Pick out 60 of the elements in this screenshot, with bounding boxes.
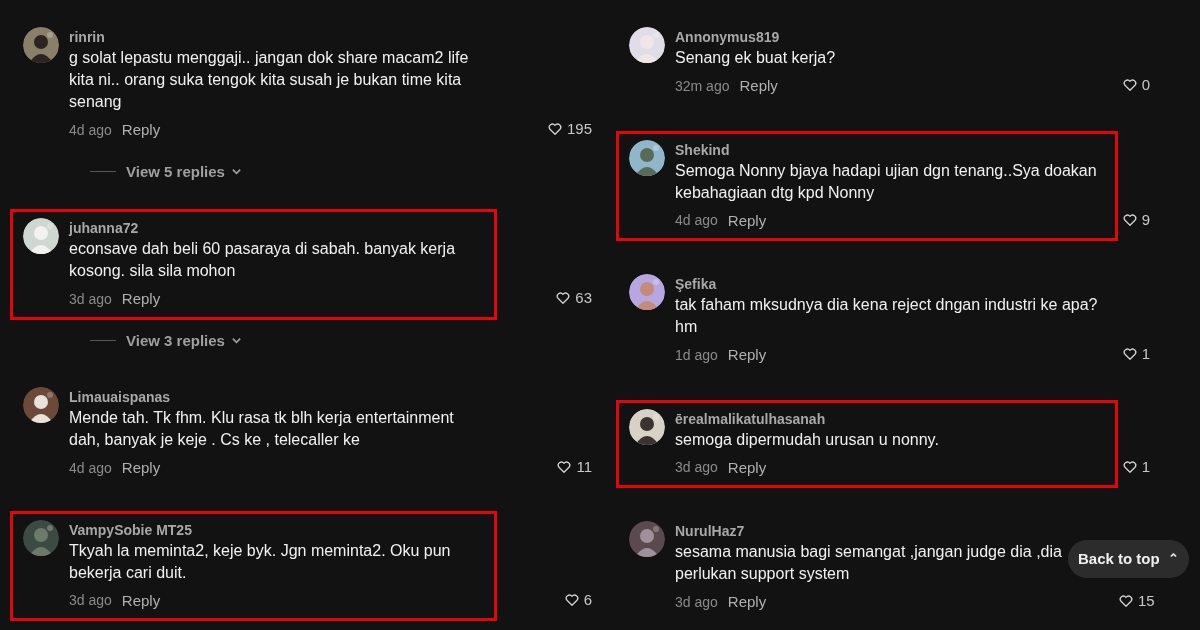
reply-link[interactable]: Reply [727,209,767,232]
like-count: 1 [1141,456,1150,477]
like-count: 15 [1138,591,1155,611]
chevron-up-icon: ⌃ [1167,549,1179,569]
heart-icon[interactable] [546,121,563,138]
like-count: 6 [583,589,592,610]
comment-text: tak faham mksudnya dia kena reject dngan industri ke apa? hm [675,296,1098,335]
username[interactable]: Shekind [675,139,1105,160]
heart-icon[interactable] [1121,458,1138,475]
heart-icon[interactable] [1121,77,1138,94]
reply-link[interactable]: Reply [727,591,767,614]
comment-text: Senang ek buat kerja? [675,49,836,66]
like-count: 1 [1141,344,1150,364]
comment-text: Tkyah la meminta2, keje byk. Jgn meminta2. Oku pun bekerja cari duit. [69,541,451,581]
username[interactable]: Limauaispanas [69,387,484,407]
like-count: 0 [1141,75,1150,95]
comment-time: 32m ago [675,76,730,96]
view-replies-button[interactable]: View 3 replies [126,329,242,352]
heart-icon[interactable] [555,290,572,307]
heart-icon[interactable] [1118,593,1134,610]
reply-link[interactable]: Reply [121,288,161,311]
reply-link[interactable]: Reply [121,589,161,612]
comment-time: 4d ago [675,211,718,231]
view-replies-button[interactable]: View 5 replies [126,160,242,183]
username[interactable]: juhanna72 [69,218,484,238]
comment-text: Mende tah. Tk fhm. Klu rasa tk blh kerja entertainment dah, banyak je keje . Cs ke , telecaller ke [69,409,454,448]
heart-icon[interactable] [1121,211,1138,228]
reply-link[interactable]: Reply [739,75,778,98]
comment-time: 3d ago [675,458,718,478]
chevron-down-icon [230,166,242,178]
comment-text: semoga dipermudah urusan u nonny. [675,430,939,448]
comment-time: 4d ago [69,458,112,478]
heart-icon[interactable] [563,591,580,608]
heart-icon[interactable] [556,459,573,476]
comment-time: 3d ago [69,289,112,309]
comment-text: sesama manusia bagi semangat ,jangan judge dia ,dia perlukan support system [675,543,1062,582]
like-count: 11 [576,457,592,477]
back-to-top-button[interactable]: Back to top ⌃ [1068,540,1189,578]
chevron-down-icon [230,335,242,347]
comment-time: 3d ago [69,591,112,611]
reply-link[interactable]: Reply [121,119,161,142]
like-count: 63 [575,288,592,308]
reply-link[interactable]: Reply [727,456,767,479]
comment-time: 1d ago [675,345,718,365]
like-count: 9 [1141,209,1150,230]
like-count: 195 [566,119,592,139]
reply-link[interactable]: Reply [727,344,767,367]
username[interactable]: Annonymus819 [675,27,1105,47]
comment-time: 4d ago [69,120,112,140]
username[interactable]: Şefika [675,274,1105,294]
comment-text: econsave dah beli 60 pasaraya di sabah. banyak kerja kosong. sila sila mohon [69,240,456,279]
username[interactable]: NurulHaz7 [675,521,1105,541]
heart-icon[interactable] [1121,346,1138,363]
comment-text: Semoga Nonny bjaya hadapi ujian dgn tenang..Sya doakan kebahagiaan dtg kpd Nonny [675,161,1097,201]
username[interactable]: VampySobie MT25 [69,519,484,540]
username[interactable]: rinrin [69,27,484,47]
comment-text: g solat lepastu menggaji.. jangan dok share macam2 life kita ni.. orang suka tengok kita susah je bukan time kita senang [69,49,469,110]
username[interactable]: ērealmalikatulhasanah [675,408,1105,429]
reply-link[interactable]: Reply [121,457,161,480]
comment-time: 3d ago [675,592,718,612]
